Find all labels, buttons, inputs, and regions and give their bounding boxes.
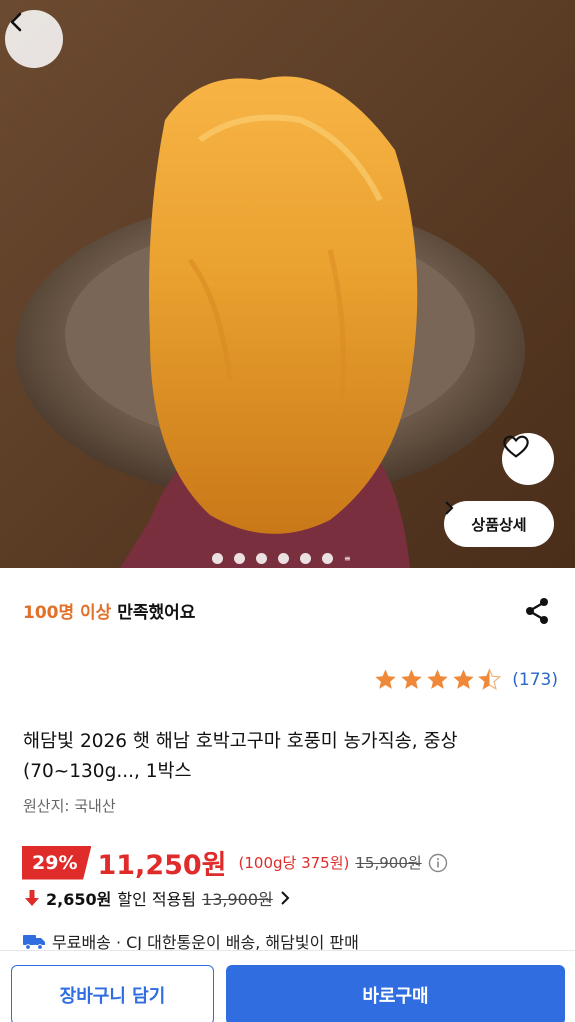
arrow-down-icon: [25, 890, 39, 906]
star-full-icon: [401, 669, 422, 689]
original-price: 15,900원: [355, 854, 422, 872]
satisfaction-accent: 100명 이상: [23, 603, 112, 623]
bottom-action-bar: 장바구니 담기 바로구매: [0, 950, 575, 1022]
sale-price: 11,250원: [97, 850, 227, 881]
more-dots-icon: ≡: [344, 553, 351, 563]
product-title: 해담빛 2026 햇 해남 호박고구마 호풍미 농가직송, 중상 (70~130…: [23, 731, 458, 782]
chevron-left-icon: [10, 12, 22, 32]
coupon-discount-row[interactable]: 2,650원 할인 적용됨 13,900원: [24, 886, 291, 910]
coupon-amount: 2,650원: [46, 890, 112, 909]
review-count[interactable]: (173): [512, 670, 558, 690]
star-rating: [373, 668, 502, 692]
product-detail-label: 상품상세: [471, 515, 527, 534]
carousel-dot[interactable]: [234, 553, 245, 564]
coupon-applied-text: 할인 적용됨: [117, 890, 197, 909]
sweet-potato-illustration: [0, 0, 575, 568]
carousel-dot[interactable]: [322, 553, 333, 564]
star-full-icon: [453, 669, 474, 689]
price-row: 29% 11,250원 (100g당 375원) 15,900원: [22, 843, 448, 882]
carousel-dot[interactable]: [278, 553, 289, 564]
wishlist-button[interactable]: [502, 433, 554, 485]
coupon-struck-price: 13,900원: [202, 890, 273, 909]
origin-text: 원산지: 국내산: [23, 797, 116, 815]
star-half-icon: [478, 668, 502, 691]
chevron-right-icon: [445, 501, 454, 515]
buy-now-button[interactable]: 바로구매: [226, 965, 565, 1022]
add-to-cart-button[interactable]: 장바구니 담기: [11, 965, 214, 1022]
carousel-dot[interactable]: [300, 553, 311, 564]
share-icon[interactable]: [522, 596, 552, 626]
info-icon[interactable]: [428, 853, 448, 873]
carousel-indicator: ≡: [212, 553, 354, 564]
star-full-icon: [375, 669, 396, 689]
chevron-right-icon: [281, 891, 290, 905]
truck-icon: [23, 935, 45, 950]
unit-price: (100g당 375원): [238, 854, 350, 872]
star-full-icon: [427, 669, 448, 689]
rating-summary[interactable]: (173): [373, 668, 558, 692]
product-image[interactable]: 상품상세 ≡: [0, 0, 575, 568]
product-detail-button[interactable]: 상품상세: [444, 501, 554, 547]
heart-icon: [503, 435, 529, 458]
satisfaction-text: 100명 이상 만족했어요: [23, 598, 195, 623]
satisfaction-rest: 만족했어요: [111, 603, 196, 623]
back-button[interactable]: [5, 10, 63, 68]
carousel-dot[interactable]: [256, 553, 267, 564]
discount-badge: 29%: [22, 845, 92, 880]
carousel-dot[interactable]: [212, 553, 223, 564]
